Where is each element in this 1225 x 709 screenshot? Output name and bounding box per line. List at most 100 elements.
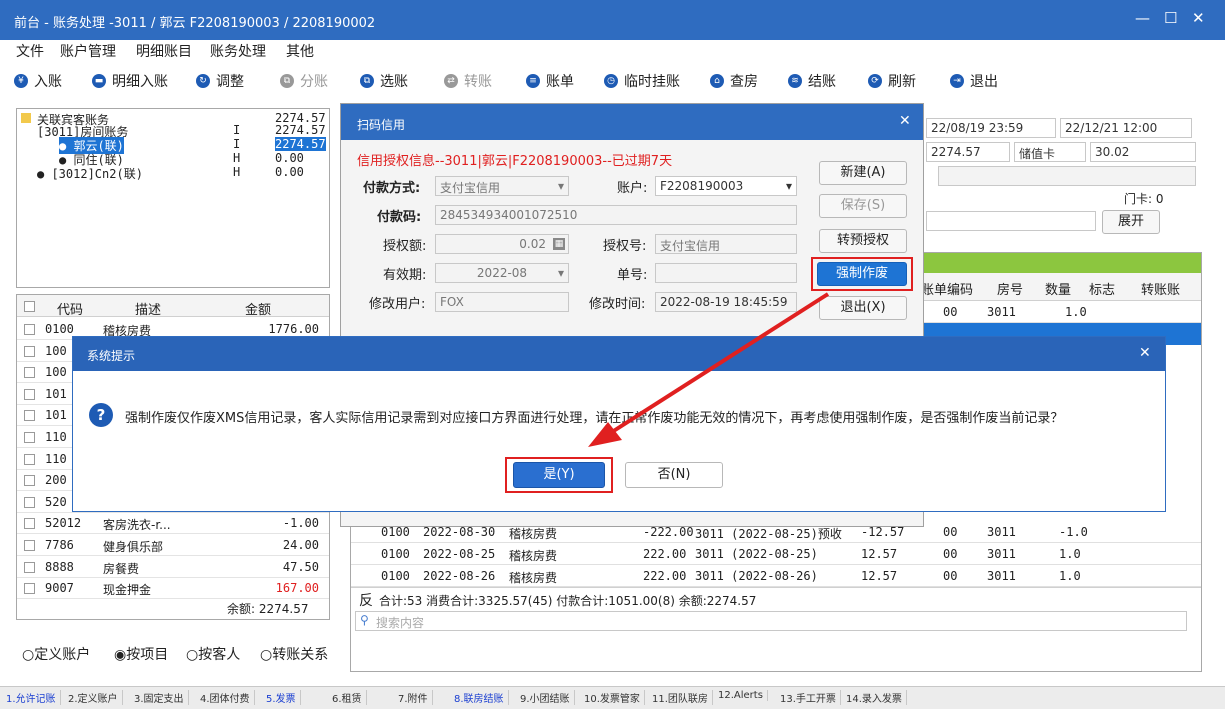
menu-bar: 文件 账户管理 明细账目 账务处理 其他	[0, 40, 1225, 62]
auth-amount-field[interactable]: 0.02	[435, 234, 569, 254]
radio-icon: ○	[260, 647, 273, 663]
toolbar-button-3[interactable]: ⧉ 分账	[280, 71, 328, 91]
search-box[interactable]: ⚲ 搜索内容	[355, 611, 1187, 631]
pay-method-select[interactable]: 支付宝信用 ▾	[435, 176, 569, 196]
radio-option[interactable]: ◉按项目	[114, 644, 168, 664]
depart-field[interactable]: 22/12/21 12:00	[1060, 118, 1192, 138]
row-checkbox[interactable]	[24, 324, 35, 335]
row-checkbox[interactable]	[24, 496, 35, 508]
menu-file[interactable]: 文件	[16, 41, 44, 61]
select-icon: ⧉	[360, 74, 374, 88]
menu-other[interactable]: 其他	[286, 41, 314, 61]
pre-auth-button[interactable]: 转预授权	[819, 229, 907, 253]
order-field[interactable]	[655, 263, 797, 283]
no-button[interactable]: 否(N)	[625, 462, 723, 488]
row-checkbox[interactable]	[24, 561, 35, 573]
tree-node[interactable]: ● 同住(联) H 0.00	[17, 151, 329, 167]
toolbar-label: 转账	[464, 74, 492, 90]
radio-option[interactable]: ○转账关系	[260, 644, 328, 664]
bottom-tab[interactable]: 11.团队联房	[652, 690, 713, 705]
adjust-icon: ↻	[196, 74, 210, 88]
bottom-tab[interactable]: 12.Alerts	[718, 690, 768, 701]
bottom-tab[interactable]: 10.发票管家	[584, 690, 645, 705]
menu-account-mgmt[interactable]: 账户管理	[60, 41, 116, 61]
close-button[interactable]: ✕	[1192, 9, 1205, 27]
bottom-tab[interactable]: 8.联房结账	[454, 690, 509, 705]
row-checkbox[interactable]	[24, 410, 35, 422]
scan-dialog-close-button[interactable]: ✕	[899, 113, 911, 129]
bottom-tab[interactable]: 6.租赁	[332, 690, 367, 705]
card-value-select[interactable]: 30.02	[1090, 142, 1196, 162]
force-void-button[interactable]: 强制作废	[817, 262, 907, 286]
row-checkbox[interactable]	[24, 475, 35, 487]
toolbar-button-11[interactable]: ⇥ 退出	[950, 71, 998, 91]
col-desc[interactable]: 描述	[135, 299, 161, 318]
toolbar-button-1[interactable]: ▬ 明细入账	[92, 71, 168, 91]
bottom-tab[interactable]: 14.录入发票	[846, 690, 907, 705]
prompt-close-button[interactable]: ✕	[1139, 345, 1151, 361]
toolbar-button-7[interactable]: ◷ 临时挂账	[604, 71, 680, 91]
menu-detail[interactable]: 明细账目	[136, 41, 192, 61]
toolbar-button-6[interactable]: ≡ 账单	[526, 71, 574, 91]
toolbar-button-4[interactable]: ⧉ 选账	[360, 71, 408, 91]
row-checkbox[interactable]	[24, 367, 35, 379]
col-flag[interactable]: 标志	[1089, 279, 1115, 298]
exit-button[interactable]: 退出(X)	[819, 296, 907, 320]
table-row[interactable]: 8888 房餐费 47.50	[17, 557, 329, 578]
valid-select[interactable]: 2022-08 ▾	[435, 263, 569, 283]
maximize-button[interactable]: ☐	[1164, 9, 1177, 27]
yes-button[interactable]: 是(Y)	[513, 462, 605, 488]
minimize-button[interactable]: —	[1135, 9, 1150, 27]
row-checkbox[interactable]	[24, 388, 35, 400]
select-all-checkbox[interactable]	[24, 301, 35, 312]
exit-icon: ⇥	[950, 74, 964, 88]
bottom-tab[interactable]: 2.定义账户	[68, 690, 123, 705]
table-row[interactable]: 0100 2022-08-25 稽核房费 222.00 3011 (2022-08-25…	[351, 543, 1201, 565]
bottom-tab[interactable]: 4.团体付费	[200, 690, 255, 705]
auth-no-field[interactable]: 支付宝信用	[655, 234, 797, 254]
col-transfer[interactable]: 转账账	[1141, 279, 1180, 298]
bottom-tab[interactable]: 7.附件	[398, 690, 433, 705]
pay-code-field[interactable]: 284534934001072510	[435, 205, 797, 225]
toolbar-button-2[interactable]: ↻ 调整	[196, 71, 244, 91]
bottom-tab[interactable]: 13.手工开票	[780, 690, 841, 705]
row-checkbox[interactable]	[24, 432, 35, 443]
bottom-tab[interactable]: 1.允许记账	[6, 690, 61, 705]
bottom-tab[interactable]: 9.小团结账	[520, 690, 575, 705]
table-row[interactable]: 9007 现金押金 167.00	[17, 578, 329, 600]
col-bill-code[interactable]: 账单编码	[921, 279, 973, 298]
menu-accounting[interactable]: 账务处理	[210, 41, 266, 61]
save-button[interactable]: 保存(S)	[819, 194, 907, 218]
col-qty[interactable]: 数量	[1045, 279, 1071, 298]
tree-node[interactable]: ● [3012]Cn2(联) H 0.00	[17, 165, 329, 181]
toolbar-button-0[interactable]: ¥ 入账	[14, 71, 62, 91]
row-checkbox[interactable]	[24, 583, 35, 595]
note-field[interactable]	[926, 211, 1096, 231]
tree-node[interactable]: ● 郭云(联) I 2274.57	[17, 137, 329, 154]
row-checkbox[interactable]	[24, 345, 35, 357]
account-select[interactable]: F2208190003 ▾	[655, 176, 797, 196]
radio-option[interactable]: ○定义账户	[22, 644, 90, 664]
row-checkbox[interactable]	[24, 453, 35, 465]
row-checkbox[interactable]	[24, 518, 35, 530]
col-room[interactable]: 房号	[997, 279, 1023, 298]
col-amount[interactable]: 金额	[245, 299, 271, 318]
bottom-tab[interactable]: 5.发票	[266, 690, 301, 705]
toolbar-button-10[interactable]: ⟳ 刷新	[868, 71, 916, 91]
row-checkbox[interactable]	[24, 540, 35, 551]
arrive-field[interactable]: 22/08/19 23:59	[926, 118, 1056, 138]
expand-button[interactable]: 展开	[1102, 210, 1160, 234]
table-row[interactable]: 7786 健身俱乐部 24.00	[17, 535, 329, 556]
radio-option[interactable]: ○按客人	[186, 644, 240, 664]
col-code[interactable]: 代码	[57, 299, 83, 318]
table-row[interactable]: 0100 2022-08-26 稽核房费 222.00 3011 (2022-08-26…	[351, 565, 1201, 587]
new-button[interactable]: 新建(A)	[819, 161, 907, 185]
toolbar-button-8[interactable]: ⌂ 查房	[710, 71, 758, 91]
toolbar-button-9[interactable]: ≋ 结账	[788, 71, 836, 91]
bottom-tab[interactable]: 3.固定支出	[134, 690, 189, 705]
toolbar-button-5[interactable]: ⇄ 转账	[444, 71, 492, 91]
table-row[interactable]: 52012 客房洗衣-r... -1.00	[17, 513, 329, 535]
credit-info-text: 信用授权信息--3011|郭云|F2208190003--已过期7天	[357, 154, 673, 169]
calculator-icon[interactable]: ▦	[553, 238, 565, 250]
tree-node[interactable]: [3011]房间账务 I 2274.57	[17, 123, 329, 139]
